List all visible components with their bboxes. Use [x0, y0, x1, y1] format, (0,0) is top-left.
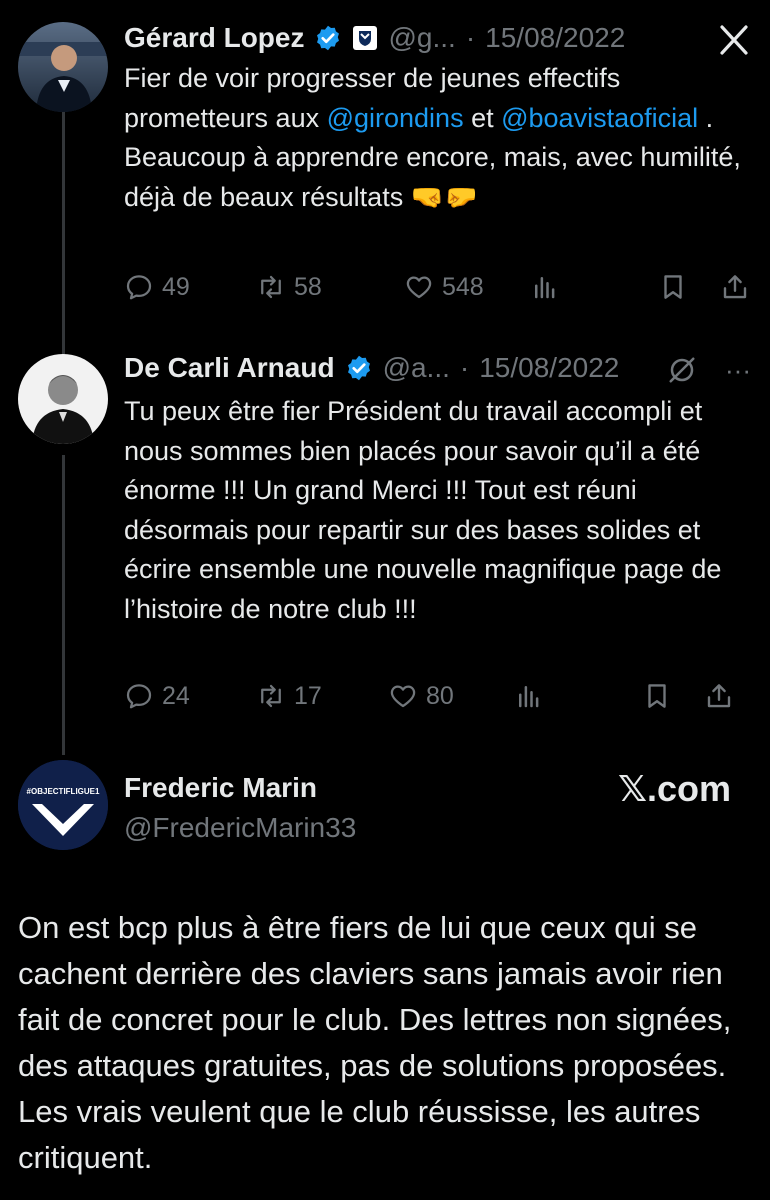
avatar[interactable]: #OBJECTIFLIGUE1: [18, 760, 108, 850]
reply-button[interactable]: 49: [124, 272, 256, 302]
author-handle[interactable]: @g...: [388, 22, 455, 54]
avatar[interactable]: [18, 354, 108, 444]
text-part: et: [463, 102, 502, 133]
retweet-count: 17: [294, 681, 322, 710]
avatar-photo: [18, 22, 108, 112]
retweet-button[interactable]: 17: [256, 681, 388, 711]
views-chart-icon: [535, 277, 555, 299]
bookmark-button[interactable]: [642, 681, 704, 711]
avatar-hashtag: #OBJECTIFLIGUE1: [27, 787, 100, 796]
avatar-photo: [18, 354, 108, 444]
heart-icon: [406, 276, 432, 299]
reply-count: 49: [162, 272, 190, 301]
tweet-actions: 24 17 80: [124, 676, 754, 716]
share-button[interactable]: [704, 681, 734, 711]
bookmark-icon: [664, 275, 682, 299]
bookmark-button[interactable]: [658, 272, 720, 302]
close-button[interactable]: [714, 20, 754, 60]
x-com-logo[interactable]: 𝕏.com: [618, 768, 731, 810]
mention-boavista[interactable]: @boavistaoficial: [501, 103, 698, 133]
avatar[interactable]: [18, 22, 108, 112]
tweet-header: Gérard Lopez @g... · 15/08/2022: [124, 16, 625, 60]
tweet-text: On est bcp plus à être fiers de lui que …: [18, 910, 732, 1175]
mention-girondins[interactable]: @girondins: [327, 103, 464, 133]
tweet-text: Fier de voir progresser de jeunes effect…: [124, 59, 744, 217]
more-icon: ···: [725, 354, 751, 385]
verified-icon: [317, 25, 340, 51]
reply-icon: [126, 275, 152, 300]
views-chart-icon: [519, 686, 539, 708]
separator-dot: ·: [459, 352, 470, 383]
like-button[interactable]: 548: [404, 272, 530, 302]
like-count: 80: [426, 681, 454, 710]
thread-line: [62, 455, 65, 755]
close-x-icon: [720, 25, 748, 55]
reply-count: 24: [162, 681, 190, 710]
share-button[interactable]: [720, 272, 750, 302]
thread-line: [62, 110, 65, 355]
share-icon: [707, 684, 731, 708]
more-options-button[interactable]: ···: [718, 350, 758, 390]
author-name[interactable]: Frederic Marin: [124, 768, 356, 808]
author-block: Frederic Marin @FredericMarin33: [124, 768, 356, 848]
verified-icon: [347, 355, 370, 381]
tweet-date[interactable]: 15/08/2022: [479, 352, 619, 384]
author-name[interactable]: Gérard Lopez: [124, 22, 304, 54]
bookmark-icon: [648, 684, 666, 708]
retweet-icon: [261, 275, 281, 299]
author-handle[interactable]: @a...: [383, 352, 450, 384]
reply-icon: [126, 684, 152, 709]
retweet-button[interactable]: 58: [256, 272, 404, 302]
separator-dot: ·: [465, 22, 476, 53]
tweet-actions: 49 58 548: [124, 267, 754, 307]
heart-icon: [390, 685, 416, 708]
avatar-logo: #OBJECTIFLIGUE1: [18, 760, 108, 850]
retweet-icon: [261, 684, 281, 708]
views-button[interactable]: [530, 272, 658, 302]
retweet-count: 58: [294, 272, 322, 301]
like-button[interactable]: 80: [388, 681, 514, 711]
views-button[interactable]: [514, 681, 642, 711]
author-name[interactable]: De Carli Arnaud: [124, 352, 335, 384]
grok-button[interactable]: [662, 350, 702, 390]
tweet-date[interactable]: 15/08/2022: [485, 22, 625, 54]
grok-icon: [669, 357, 695, 383]
affiliate-badge-icon: [353, 26, 378, 50]
tweet-header: De Carli Arnaud @a... · 15/08/2022: [124, 346, 619, 390]
reply-button[interactable]: 24: [124, 681, 256, 711]
like-count: 548: [442, 272, 484, 301]
tweet-text: Tu peux être fier Président du travail a…: [124, 396, 722, 624]
author-handle[interactable]: @FredericMarin33: [124, 808, 356, 848]
share-icon: [723, 275, 747, 299]
